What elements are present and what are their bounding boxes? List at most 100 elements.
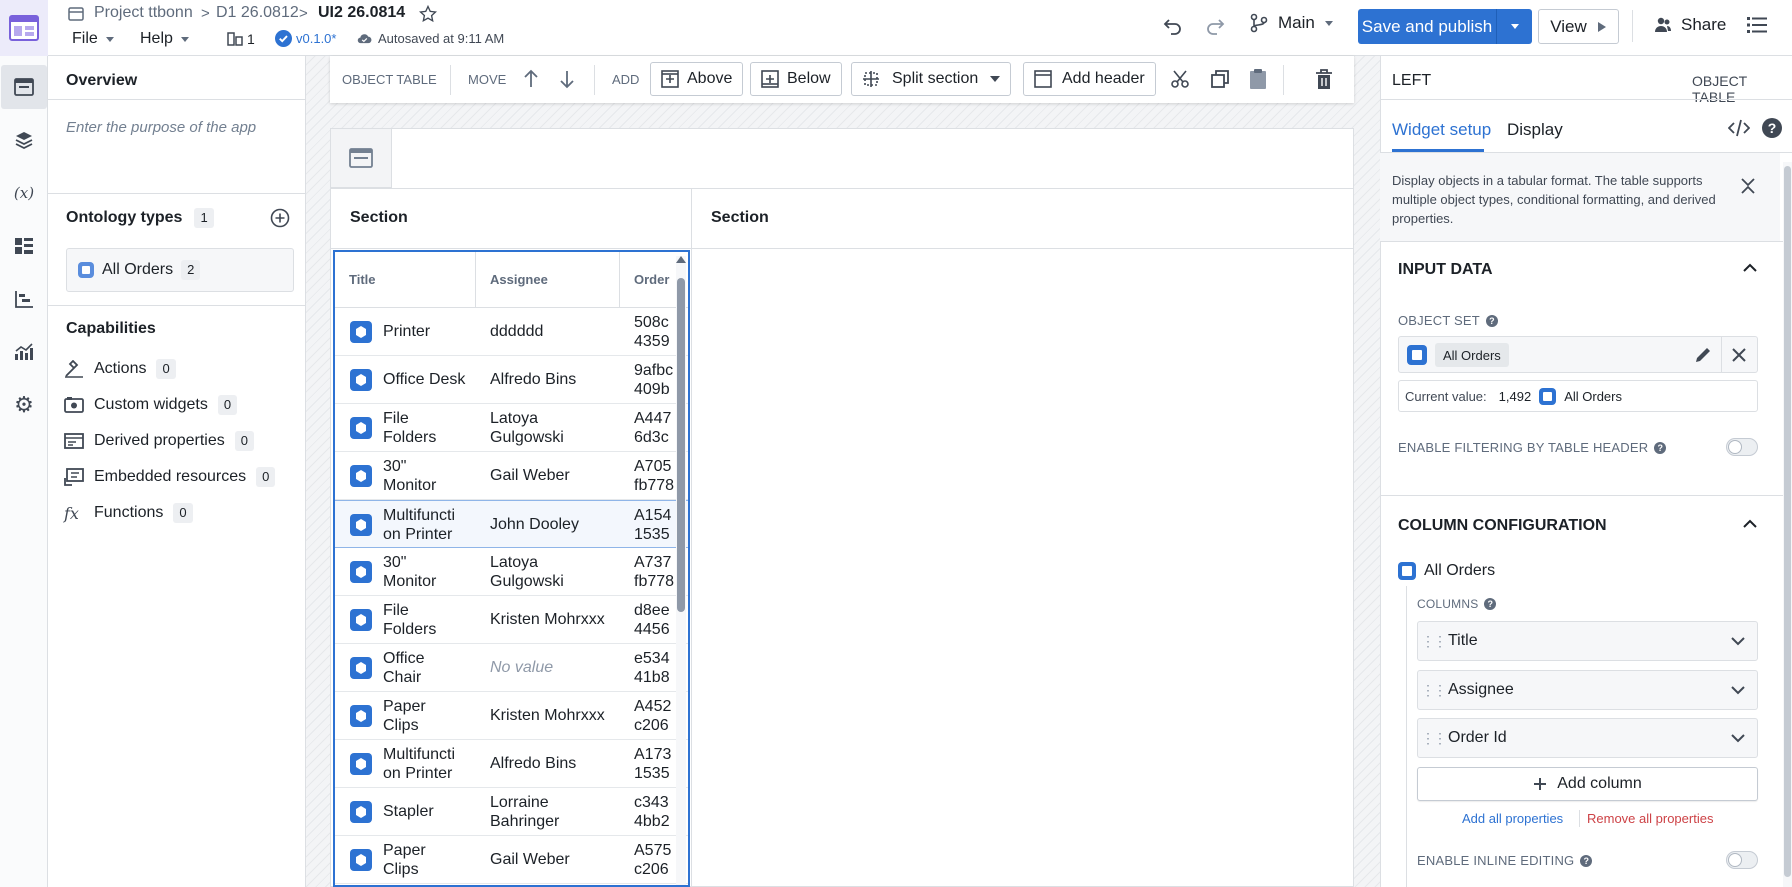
capability-embedded-resources[interactable]: Embedded resources 0 [64, 467, 276, 487]
overview-rail-icon[interactable] [1, 65, 47, 109]
remove-all-properties-link[interactable]: Remove all properties [1587, 811, 1713, 826]
inline-editing-toggle[interactable] [1726, 851, 1758, 869]
clear-close-icon[interactable] [1732, 348, 1746, 362]
chevron-down-icon[interactable] [1731, 636, 1745, 646]
panel-scrollbar[interactable] [1783, 162, 1792, 887]
capability-actions[interactable]: Actions 0 [64, 359, 176, 379]
table-row[interactable]: Paper Clips Kristen Mohrxxx A452 c206 [335, 692, 688, 740]
capability-custom-widgets[interactable]: Custom widgets 0 [64, 395, 238, 415]
column-item-assignee[interactable]: ⋮⋮ Assignee [1417, 670, 1758, 710]
gantt-icon[interactable] [0, 277, 48, 321]
scrollbar-thumb[interactable] [1784, 166, 1791, 877]
table-row[interactable]: Printer dddddd 508c 4359 [335, 308, 688, 356]
app-purpose-input[interactable]: Enter the purpose of the app [66, 119, 256, 136]
add-above-button[interactable]: Above [650, 62, 744, 96]
undo-icon[interactable] [1158, 9, 1188, 43]
branch-selector[interactable]: Main [1250, 13, 1333, 33]
share-button[interactable]: Share [1654, 15, 1726, 35]
filtering-by-header-toggle[interactable] [1726, 438, 1758, 456]
column-header-title[interactable]: Title [335, 252, 476, 308]
help-icon[interactable]: ? [1485, 314, 1498, 327]
table-row[interactable]: Office Chair No value e534 41b8 [335, 644, 688, 692]
drag-handle-icon[interactable]: ⋮⋮ [1418, 633, 1448, 650]
cell-order-id-text: A575 c206 [634, 841, 672, 878]
actions-icon [65, 360, 83, 378]
paste-clipboard-icon[interactable] [1249, 68, 1267, 90]
breadcrumb-folder[interactable]: D1 26.0812 [216, 4, 299, 22]
scrollbar-thumb[interactable] [677, 278, 685, 612]
chevron-up-icon[interactable] [1743, 263, 1757, 273]
table-row[interactable]: Multifuncti on Printer John Dooley A154 15… [335, 500, 688, 548]
capability-derived-properties[interactable]: Derived properties 0 [64, 431, 254, 451]
drag-handle-icon[interactable]: ⋮⋮ [1418, 682, 1448, 699]
view-button[interactable]: View [1538, 9, 1619, 44]
settings-gear-icon[interactable]: ⚙ [0, 383, 48, 427]
layers-icon[interactable] [0, 118, 48, 162]
object-set-selector[interactable]: All Orders [1398, 336, 1758, 373]
table-row[interactable]: 30" Monitor Gail Weber A705 fb778 [335, 452, 688, 500]
help-menu[interactable]: Help [140, 30, 189, 48]
filtering-label: ENABLE FILTERING BY TABLE HEADER [1398, 440, 1649, 455]
section-title[interactable]: Section [711, 209, 769, 227]
move-down-arrow-icon[interactable] [558, 69, 576, 89]
breadcrumb-project[interactable]: Project ttbonn [94, 4, 193, 22]
file-menu[interactable]: File [72, 30, 114, 48]
column-item-label: Order Id [1448, 729, 1507, 746]
cut-icon[interactable] [1170, 69, 1190, 89]
app-logo-icon[interactable] [0, 0, 48, 56]
add-header-button[interactable]: Add header [1023, 62, 1156, 96]
chevron-down-icon[interactable] [1731, 733, 1745, 743]
help-icon[interactable]: ? [1580, 854, 1593, 867]
column-item-order-id[interactable]: ⋮⋮ Order Id [1417, 718, 1758, 758]
object-table[interactable]: Title Assignee Order Printer dddddd 508c 4… [333, 250, 690, 887]
add-all-properties-link[interactable]: Add all properties [1462, 811, 1563, 826]
star-icon[interactable] [419, 5, 437, 23]
table-row[interactable]: 30" Monitor Latoya Gulgowski A737 fb778 [335, 548, 688, 596]
column-item-title[interactable]: ⋮⋮ Title [1417, 621, 1758, 661]
move-up-arrow-icon[interactable] [522, 69, 540, 89]
drag-handle-icon[interactable]: ⋮⋮ [1418, 730, 1448, 747]
page-header-placeholder[interactable] [331, 129, 392, 188]
code-icon[interactable] [1728, 119, 1750, 137]
scroll-up-arrow-icon[interactable] [676, 256, 686, 263]
section-title[interactable]: Section [350, 209, 408, 227]
table-row[interactable]: Multifuncti on Printer Alfredo Bins A173 1… [335, 740, 688, 788]
chevron-down-icon[interactable] [1731, 685, 1745, 695]
table-row[interactable]: File Folders Kristen Mohrxxx d8ee 4456 [335, 596, 688, 644]
table-scrollbar[interactable] [676, 256, 686, 885]
save-and-publish-button[interactable]: Save and publish [1358, 9, 1532, 44]
add-ontology-type-icon[interactable] [270, 208, 290, 228]
publish-options-button[interactable] [1497, 9, 1532, 44]
table-row[interactable]: Paper Clips Gail Weber A575 c206 [335, 836, 688, 884]
help-icon[interactable]: ? [1484, 598, 1497, 610]
column-header-assignee[interactable]: Assignee [476, 252, 620, 308]
ontology-item-all-orders[interactable]: All Orders 2 [66, 248, 294, 292]
capability-functions[interactable]: fx Functions 0 [64, 503, 193, 523]
embedded-resources-icon [64, 468, 84, 486]
table-row[interactable]: File Folders Latoya Gulgowski A447 6d3c [335, 404, 688, 452]
table-row[interactable]: Office Desk Alfredo Bins 9afbc 409b [335, 356, 688, 404]
redo-icon[interactable] [1200, 9, 1230, 43]
help-icon[interactable]: ? [1654, 441, 1667, 454]
table-row[interactable]: Stapler Lorraine Bahringer c343 4bb2 [335, 788, 688, 836]
duplicate-icon[interactable] [1210, 69, 1230, 89]
variables-icon[interactable]: (x) [0, 171, 48, 215]
pages-count[interactable]: 1 [227, 31, 255, 47]
version-badge[interactable]: v0.1.0* [275, 30, 336, 47]
add-below-button[interactable]: Below [750, 62, 842, 96]
add-column-button[interactable]: Add column [1417, 767, 1758, 801]
cell-order-id-text: A737 fb778 [634, 553, 674, 590]
analytics-icon[interactable] [0, 330, 48, 374]
help-icon[interactable]: ? [1762, 118, 1782, 138]
chevron-up-icon[interactable] [1743, 519, 1757, 529]
delete-trash-icon[interactable] [1315, 68, 1333, 90]
object-set-tag[interactable]: All Orders [1435, 343, 1509, 367]
edit-pencil-icon[interactable] [1694, 346, 1712, 364]
cell-order-id: 9afbc 409b [634, 356, 674, 403]
tab-display[interactable]: Display [1507, 120, 1563, 140]
split-section-button[interactable]: Split section [851, 62, 1012, 96]
tab-widget-setup[interactable]: Widget setup [1392, 120, 1491, 140]
properties-list-icon[interactable] [1747, 16, 1767, 34]
collapse-description-icon[interactable] [1740, 177, 1756, 195]
layout-icon[interactable] [0, 224, 48, 268]
